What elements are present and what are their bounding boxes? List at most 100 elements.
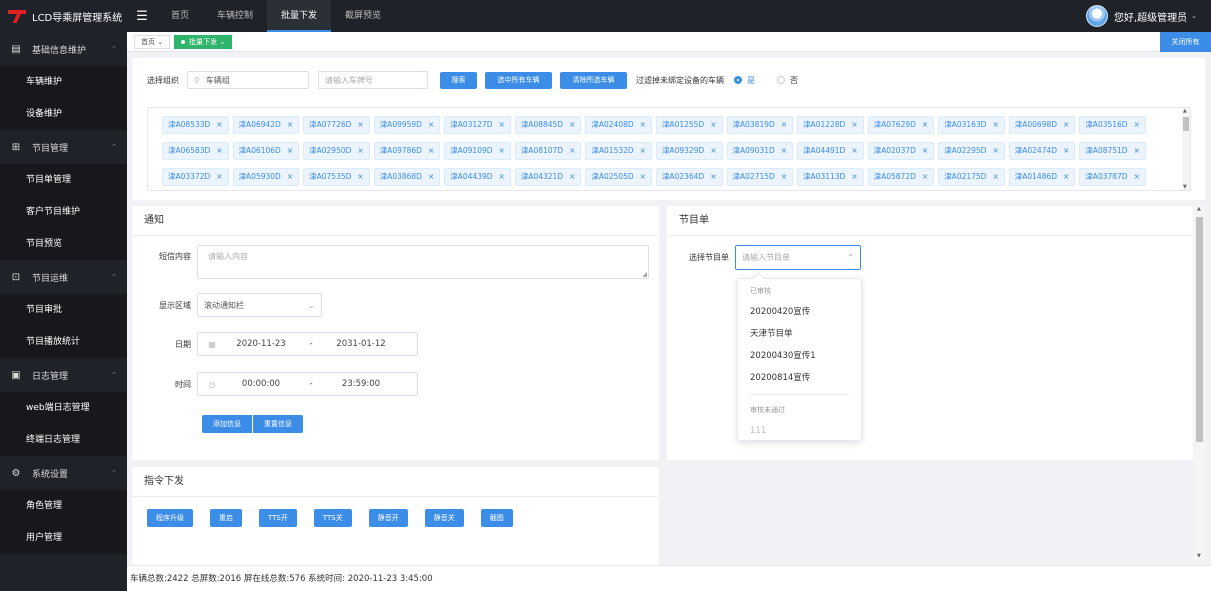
close-icon[interactable]: × [640, 172, 646, 181]
close-icon[interactable]: × [287, 172, 293, 181]
sidebar-item[interactable]: 终端日志管理 [0, 424, 127, 456]
close-icon[interactable]: × [781, 120, 787, 129]
close-icon[interactable]: × [357, 120, 363, 129]
close-icon[interactable]: × [992, 146, 998, 155]
main-scrollbar[interactable]: ▲ ▼ [1194, 205, 1205, 560]
close-icon[interactable]: × [569, 172, 575, 181]
dropdown-option[interactable]: 20200430宣传1 [738, 345, 861, 367]
sidebar-item[interactable]: 车辆维护 [0, 66, 127, 98]
close-icon[interactable]: × [569, 146, 575, 155]
top-nav-item[interactable]: 首页 [157, 0, 203, 32]
sms-textarea[interactable]: 请输入内容 ◢ [197, 245, 649, 279]
sidebar-group[interactable]: ▤ 基础信息维护 ⌃ [0, 32, 127, 66]
scroll-up-icon[interactable]: ▲ [1197, 206, 1201, 212]
radio-no[interactable]: 否 [777, 75, 798, 86]
close-icon[interactable]: × [851, 146, 857, 155]
date-range-picker[interactable]: ▦ 2020-11-23 - 2031-01-12 [197, 332, 418, 356]
close-icon[interactable]: × [1134, 146, 1140, 155]
close-icon[interactable]: × [216, 146, 222, 155]
close-icon[interactable]: × [710, 172, 716, 181]
sidebar-item[interactable]: 节目预览 [0, 228, 127, 260]
sidebar-item[interactable]: 用户管理 [0, 522, 127, 554]
sidebar-item[interactable]: 节目播放统计 [0, 326, 127, 358]
close-icon[interactable]: × [922, 172, 928, 181]
dropdown-option[interactable]: 天津节目单 [738, 323, 861, 345]
close-icon[interactable]: × [922, 120, 928, 129]
command-button[interactable]: 静音开 [368, 509, 408, 527]
sidebar-item[interactable]: 设备维护 [0, 98, 127, 130]
top-nav-item[interactable]: 截屏预览 [331, 0, 395, 32]
close-icon[interactable]: × [499, 172, 505, 181]
close-icon[interactable]: × [1134, 120, 1140, 129]
close-icon[interactable]: × [710, 120, 716, 129]
top-nav-item[interactable]: 车辆控制 [203, 0, 267, 32]
radio-yes[interactable]: 是 [734, 75, 755, 86]
reset-info-button[interactable]: 重置信息 [253, 415, 303, 433]
scroll-down-icon[interactable]: ▼ [1183, 184, 1187, 190]
top-nav-item[interactable]: 批量下发 [267, 0, 332, 32]
close-icon[interactable]: × [1134, 172, 1140, 181]
tag-box-scrollbar[interactable]: ▲ ▼ [1182, 108, 1190, 190]
close-icon[interactable]: × [1063, 120, 1069, 129]
close-icon[interactable]: × [781, 146, 787, 155]
sidebar-item[interactable]: 节目单管理 [0, 164, 127, 196]
tab-batch[interactable]: 批量下发 ⌄ [174, 34, 233, 49]
scroll-up-icon[interactable]: ▲ [1183, 108, 1187, 114]
plate-input[interactable]: 请输入车牌号 [318, 71, 428, 89]
select-all-vehicles-button[interactable]: 选中所有车辆 [485, 71, 552, 89]
close-icon[interactable]: × [992, 172, 998, 181]
clear-selected-vehicles-button[interactable]: 清除所选车辆 [560, 71, 627, 89]
menu-toggle-icon[interactable]: ☰ [127, 0, 157, 32]
close-icon[interactable]: × [287, 146, 293, 155]
command-button[interactable]: 静音关 [424, 509, 464, 527]
resize-grip-icon[interactable]: ◢ [642, 271, 647, 278]
dropdown-option[interactable]: 20200814宣传 [738, 367, 861, 389]
sidebar-item[interactable]: 角色管理 [0, 490, 127, 522]
command-button[interactable]: TTS开 [259, 509, 297, 527]
time-end[interactable]: 23:59:00 [326, 379, 396, 389]
sidebar-item[interactable]: 节目审批 [0, 294, 127, 326]
close-icon[interactable]: × [499, 120, 505, 129]
sidebar-item[interactable]: web端日志管理 [0, 392, 127, 424]
search-button[interactable]: 搜索 [440, 71, 477, 89]
close-icon[interactable]: × [499, 146, 505, 155]
close-icon[interactable]: × [640, 120, 646, 129]
sidebar-group[interactable]: ▣ 日志管理 ⌃ [0, 358, 127, 392]
close-icon[interactable]: × [428, 172, 434, 181]
close-all-button[interactable]: 关闭所有 [1160, 32, 1211, 52]
time-range-picker[interactable]: ◷ 00:00:00 - 23:59:00 [197, 372, 418, 396]
dropdown-option[interactable]: 20200420宣传 [738, 301, 861, 323]
close-icon[interactable]: × [569, 120, 575, 129]
close-icon[interactable]: × [216, 172, 222, 181]
close-icon[interactable]: × [640, 146, 646, 155]
date-end[interactable]: 2031-01-12 [326, 339, 396, 349]
tab-home[interactable]: 首页 ⌄ [134, 34, 171, 49]
close-icon[interactable]: × [357, 172, 363, 181]
area-select[interactable]: 滚动通知栏 ⌄ [197, 293, 322, 317]
close-icon[interactable]: × [851, 172, 857, 181]
close-icon[interactable]: × [851, 120, 857, 129]
close-icon[interactable]: × [992, 120, 998, 129]
user-menu[interactable]: 您好,超级管理员 ⌄ [1085, 5, 1211, 27]
close-icon[interactable]: × [428, 146, 434, 155]
close-icon[interactable]: × [287, 120, 293, 129]
close-icon[interactable]: × [781, 172, 787, 181]
scroll-thumb[interactable] [1183, 117, 1189, 131]
command-button[interactable]: 重启 [210, 509, 242, 527]
close-icon[interactable]: × [1063, 146, 1069, 155]
command-button[interactable]: TTS关 [313, 509, 352, 527]
close-icon[interactable]: × [1063, 172, 1069, 181]
close-icon[interactable]: × [357, 146, 363, 155]
add-info-button[interactable]: 添加信息 [202, 415, 252, 433]
close-icon[interactable]: × [428, 120, 434, 129]
command-button[interactable]: 截图 [480, 509, 513, 527]
sidebar-group[interactable]: ⚙ 系统设置 ⌃ [0, 456, 127, 490]
close-icon[interactable]: × [710, 146, 716, 155]
close-icon[interactable]: × [922, 146, 928, 155]
command-button[interactable]: 程序升级 [147, 509, 193, 527]
sidebar-item[interactable]: 客户节目维护 [0, 196, 127, 228]
time-start[interactable]: 00:00:00 [226, 379, 296, 389]
org-input[interactable]: ⚲ 车辆组 [187, 71, 309, 89]
program-select[interactable]: 请输入节目单 ⌃ [735, 245, 861, 270]
scroll-down-icon[interactable]: ▼ [1197, 553, 1201, 559]
